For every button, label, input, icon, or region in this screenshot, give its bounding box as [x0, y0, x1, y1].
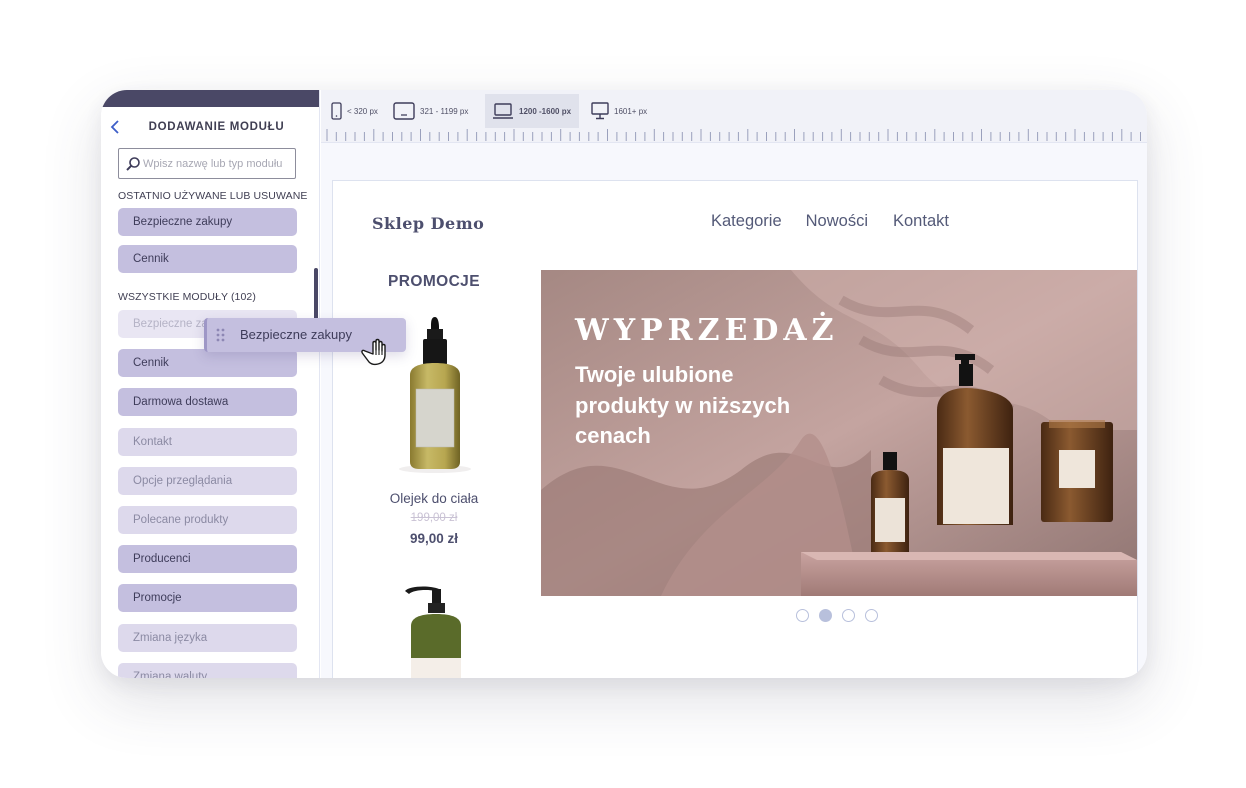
recent-section-label: OSTATNIO UŻYWANE LUB USUWANE	[118, 190, 308, 202]
module-item[interactable]: Zmiana waluty	[118, 662, 297, 678]
editor-window: DODAWANIE MODUŁU OSTATNIO UŻYWANE LUB US…	[101, 90, 1147, 678]
page-preview: Sklep Demo Kategorie Nowości Kontakt PRO…	[332, 180, 1138, 678]
device-bar: < 320 px 321 - 1199 px 1200 -1600 px 160…	[321, 90, 1147, 128]
module-item[interactable]: Zmiana języka	[118, 623, 297, 652]
module-item[interactable]: Darmowa dostawa	[118, 388, 297, 417]
module-item[interactable]: Polecane produkty	[118, 506, 297, 534]
main-nav: Kategorie Nowości Kontakt	[711, 212, 949, 231]
device-tab-mobile[interactable]: < 320 px	[331, 94, 383, 128]
device-tab-tablet[interactable]: 321 - 1199 px	[393, 94, 477, 128]
product-new-price: 99,00 zł	[409, 531, 459, 546]
slider-dot[interactable]	[865, 609, 878, 622]
device-tab-label: < 320 px	[347, 106, 378, 116]
slider-dot[interactable]	[842, 609, 855, 622]
desktop-icon	[591, 102, 609, 120]
module-item[interactable]: Producenci	[118, 545, 297, 574]
slider-dots	[796, 609, 878, 622]
nav-link-contact[interactable]: Kontakt	[893, 212, 949, 231]
ruler-ticks	[326, 129, 1141, 141]
tablet-icon	[393, 102, 415, 120]
grab-hand-cursor-icon	[361, 338, 386, 366]
promotions-heading: PROMOCJE	[388, 273, 480, 290]
module-item[interactable]: Kontakt	[118, 427, 297, 456]
pump-bottle-product-image[interactable]	[399, 586, 473, 678]
device-tab-laptop[interactable]: 1200 -1600 px	[485, 94, 579, 128]
drag-handle-icon	[216, 328, 225, 342]
device-tab-label: 1200 -1600 px	[519, 106, 572, 116]
recent-module-item[interactable]: Bezpieczne zakupy	[118, 208, 297, 236]
search-icon	[126, 157, 140, 171]
hero-banner[interactable]: WYPRZEDAŻ Twoje ulubione produkty w niżs…	[541, 270, 1137, 596]
phone-icon	[331, 102, 342, 120]
search-box[interactable]	[118, 148, 296, 179]
slider-dot[interactable]	[796, 609, 809, 622]
dragging-module-label: Bezpieczne zakupy	[240, 327, 353, 342]
sidebar-top-bar	[101, 90, 319, 107]
module-item[interactable]: Promocje	[118, 584, 297, 613]
banner-subtitle: Twoje ulubione produkty w niższych cenac…	[575, 362, 791, 448]
module-sidebar: DODAWANIE MODUŁU OSTATNIO UŻYWANE LUB US…	[101, 90, 320, 678]
device-tab-label: 321 - 1199 px	[420, 106, 469, 116]
module-item[interactable]: Opcje przeglądania	[118, 466, 297, 495]
nav-link-new[interactable]: Nowości	[806, 212, 868, 231]
device-tab-desktop[interactable]: 1601+ px	[591, 94, 661, 128]
banner-title: WYPRZEDAŻ	[575, 313, 839, 348]
module-item[interactable]: Cennik	[118, 349, 297, 378]
slider-dot[interactable]	[819, 609, 832, 622]
stage: DODAWANIE MODUŁU OSTATNIO UŻYWANE LUB US…	[0, 0, 1246, 788]
laptop-icon	[493, 103, 513, 119]
ruler	[321, 128, 1147, 143]
device-tab-label: 1601+ px	[614, 106, 648, 116]
product-old-price: 199,00 zł	[410, 512, 458, 524]
nav-link-categories[interactable]: Kategorie	[711, 212, 782, 231]
panel-title: DODAWANIE MODUŁU	[148, 121, 285, 133]
recent-module-item[interactable]: Cennik	[118, 245, 297, 273]
shop-logo[interactable]: Sklep Demo	[372, 214, 484, 233]
product-name[interactable]: Olejek do ciała	[372, 491, 496, 506]
all-modules-section-label: WSZYSTKIE MODUŁY (102)	[118, 291, 256, 303]
search-input[interactable]	[143, 155, 293, 173]
